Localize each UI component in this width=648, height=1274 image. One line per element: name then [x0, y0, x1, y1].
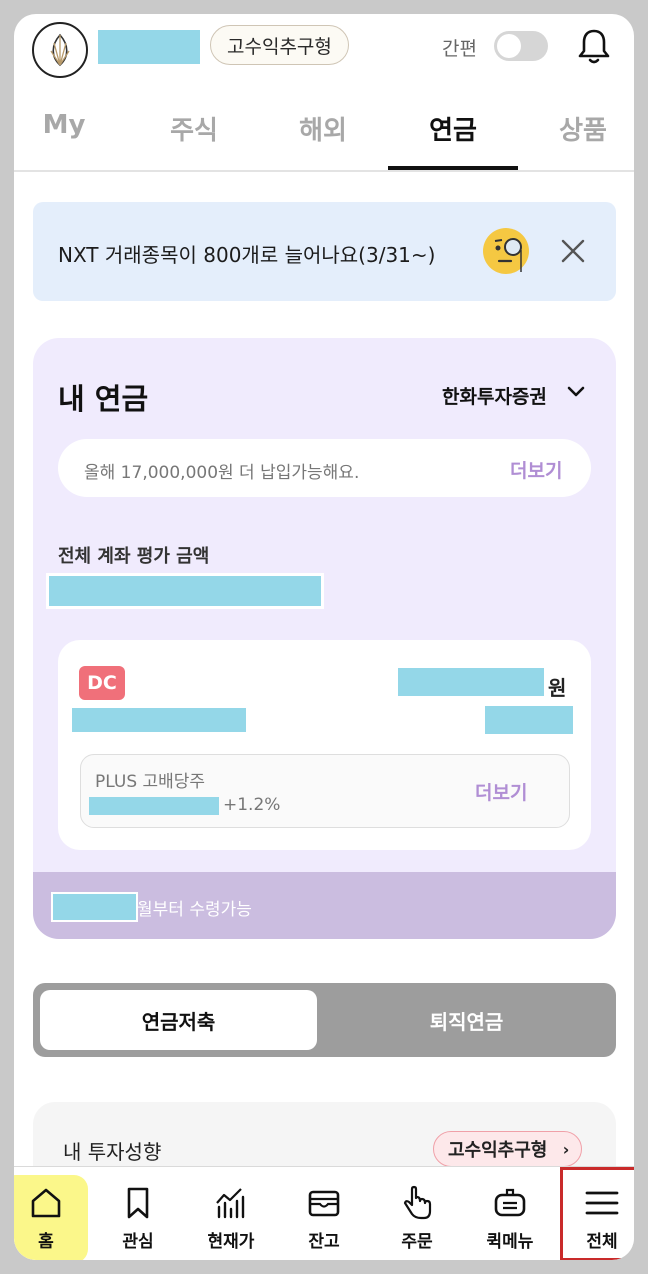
nav-quick-menu-label: 퀵메뉴: [486, 1232, 534, 1252]
tab-stock[interactable]: 주식: [129, 110, 259, 147]
holding-value-redacted: [89, 797, 219, 815]
nav-quote[interactable]: 현재가: [187, 1167, 275, 1260]
dc-account-card[interactable]: DC 원 PLUS 고배당주 +1.2% 더보기: [58, 640, 591, 850]
receive-date-redacted: [51, 892, 138, 922]
nav-watchlist[interactable]: 관심: [94, 1167, 182, 1260]
segment-pension-savings[interactable]: 연금저축: [40, 990, 317, 1050]
nav-order-label: 주문: [401, 1232, 433, 1252]
active-tab-indicator: [388, 166, 518, 170]
easy-mode-toggle[interactable]: [494, 31, 548, 61]
user-name-redacted: [98, 30, 200, 64]
chart-icon: [216, 1188, 245, 1219]
receive-info-bar: 월부터 수령가능: [33, 872, 616, 939]
nav-watchlist-label: 관심: [122, 1232, 154, 1252]
receive-info-text: 월부터 수령가능: [137, 900, 252, 920]
toggle-knob: [497, 34, 521, 58]
tab-overseas[interactable]: 해외: [258, 110, 388, 147]
nav-quick-menu[interactable]: 퀵메뉴: [466, 1167, 554, 1260]
account-name-redacted: [72, 708, 246, 732]
holding-more-link[interactable]: 더보기: [475, 778, 527, 805]
main-tabs: My 주식 해외 연금 상품: [14, 106, 634, 172]
dc-type-badge: DC: [79, 666, 125, 700]
account-balance-redacted: [398, 668, 544, 696]
easy-mode-label: 간편: [442, 38, 477, 60]
home-icon: [31, 1188, 61, 1218]
contribution-notice-text: 올해 17,000,000원 더 납입가능해요.: [84, 463, 360, 483]
holding-item[interactable]: PLUS 고배당주 +1.2% 더보기: [80, 754, 570, 828]
investment-profile-label: 내 투자성향: [63, 1140, 162, 1164]
close-icon[interactable]: [560, 238, 586, 264]
currency-unit: 원: [548, 676, 567, 700]
contribution-more-link[interactable]: 더보기: [510, 456, 562, 483]
wallet-icon: [308, 1190, 340, 1217]
phone-screen: 고수익추구형 간편 My 주식 해외 연금 상품 NXT 거래종목이 800개로…: [14, 14, 634, 1260]
investment-profile-badge[interactable]: 고수익추구형 ›: [433, 1131, 583, 1167]
chevron-right-icon: ›: [562, 1140, 570, 1159]
top-header: 고수익추구형 간편: [14, 14, 634, 78]
nav-order[interactable]: 주문: [373, 1167, 461, 1260]
investment-profile-value: 고수익추구형: [448, 1140, 548, 1161]
nav-home[interactable]: 홈: [14, 1167, 90, 1260]
nav-balance[interactable]: 잔고: [280, 1167, 368, 1260]
quick-menu-icon: [494, 1188, 526, 1217]
monocle-face-icon: [483, 228, 529, 274]
broker-selector[interactable]: 한화투자증권: [442, 382, 547, 409]
contribution-notice: 올해 17,000,000원 더 납입가능해요. 더보기: [58, 439, 591, 497]
holding-return: +1.2%: [223, 795, 281, 815]
total-eval-amount-redacted: [46, 573, 324, 609]
banner-text: NXT 거래종목이 800개로 늘어나요(3/31~): [58, 243, 436, 267]
investor-type-badge[interactable]: 고수익추구형: [210, 25, 349, 65]
chevron-down-icon[interactable]: [566, 384, 586, 400]
notice-banner[interactable]: NXT 거래종목이 800개로 늘어나요(3/31~): [33, 202, 616, 301]
segment-retirement-pension[interactable]: 퇴직연금: [324, 990, 609, 1050]
holding-name: PLUS 고배당주: [95, 772, 206, 792]
tab-products[interactable]: 상품: [518, 110, 634, 147]
nav-quote-label: 현재가: [207, 1232, 255, 1252]
brand-logo-icon[interactable]: [32, 22, 88, 78]
bottom-navigation: 홈 관심 현재가 잔고 주문 퀵메뉴 전체: [14, 1166, 634, 1260]
pension-type-segment: 연금저축 퇴직연금: [33, 983, 616, 1057]
nav-home-label: 홈: [38, 1232, 54, 1252]
tab-my[interactable]: My: [14, 110, 129, 140]
pension-title: 내 연금: [58, 382, 149, 416]
account-profit-redacted: [485, 706, 573, 734]
hand-pointer-icon: [403, 1185, 432, 1220]
total-eval-label: 전체 계좌 평가 금액: [58, 546, 210, 567]
my-pension-card: 내 연금 한화투자증권 올해 17,000,000원 더 납입가능해요. 더보기…: [33, 338, 616, 939]
bell-icon[interactable]: [576, 26, 612, 66]
tab-pension[interactable]: 연금: [388, 110, 518, 147]
all-menu-highlight-box: [560, 1167, 634, 1260]
nav-balance-label: 잔고: [308, 1232, 340, 1252]
bookmark-icon: [127, 1187, 149, 1219]
